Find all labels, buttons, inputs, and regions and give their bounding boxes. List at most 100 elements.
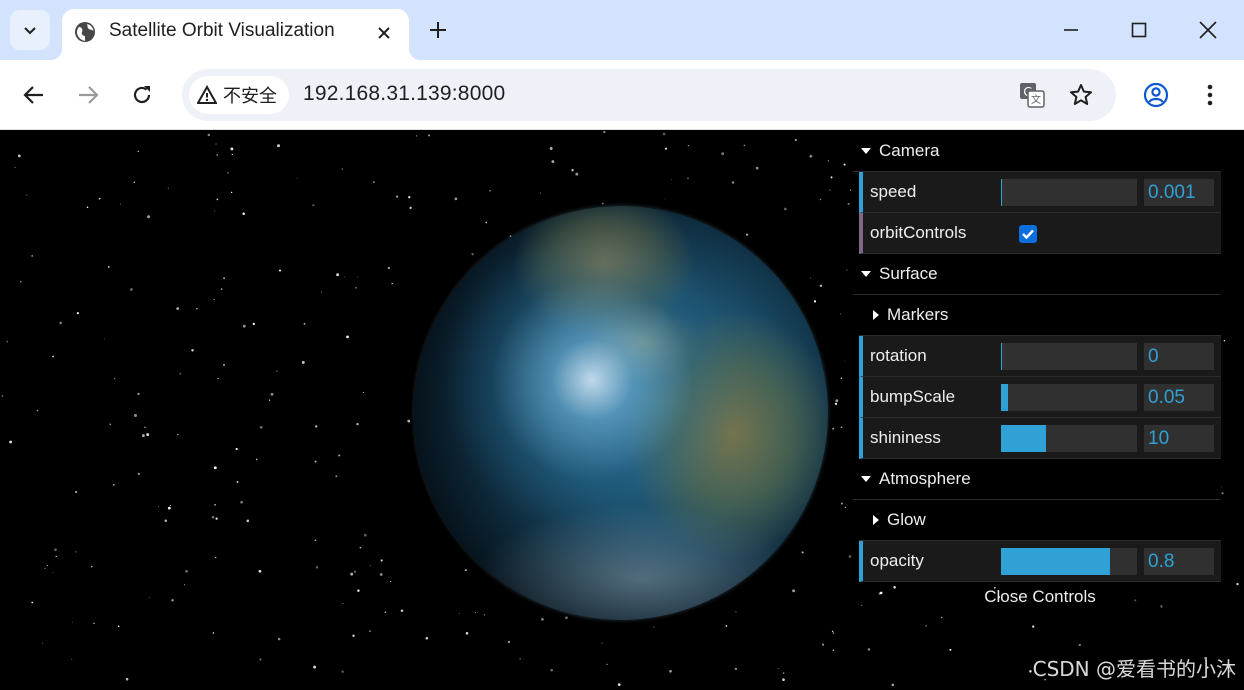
- star: [606, 663, 608, 666]
- star: [835, 399, 839, 403]
- star: [834, 402, 838, 406]
- star: [571, 169, 574, 172]
- star: [352, 634, 355, 637]
- star: [214, 210, 216, 212]
- tab-close-button[interactable]: [372, 21, 396, 45]
- star: [794, 138, 797, 142]
- star: [227, 172, 229, 174]
- reload-button[interactable]: [125, 78, 159, 112]
- star: [26, 194, 28, 196]
- opacity-input[interactable]: 0.8: [1144, 548, 1214, 575]
- star: [575, 172, 579, 176]
- star: [220, 288, 223, 290]
- star: [312, 204, 315, 207]
- star: [341, 168, 343, 170]
- star: [314, 460, 317, 463]
- star: [847, 202, 850, 205]
- star: [1032, 625, 1035, 628]
- star: [721, 152, 725, 156]
- star: [519, 657, 522, 660]
- star: [137, 472, 140, 476]
- star: [379, 573, 383, 576]
- forward-button[interactable]: [71, 78, 105, 112]
- star: [1223, 340, 1226, 342]
- star: [72, 622, 74, 623]
- slider-fill: [1001, 548, 1110, 575]
- opacity-slider[interactable]: [1001, 548, 1137, 575]
- star: [363, 533, 367, 537]
- folder-atmosphere[interactable]: Atmosphere: [853, 459, 1221, 500]
- maximize-button[interactable]: [1123, 14, 1155, 46]
- tab-search-button[interactable]: [10, 10, 50, 50]
- star: [831, 630, 834, 633]
- star: [746, 233, 749, 236]
- star: [268, 399, 271, 401]
- close-controls-button[interactable]: Close Controls: [859, 582, 1221, 612]
- star: [167, 506, 171, 510]
- shininess-slider[interactable]: [1001, 425, 1137, 452]
- star: [147, 215, 151, 219]
- new-tab-button[interactable]: [424, 16, 452, 44]
- star: [242, 324, 246, 328]
- control-label: speed: [870, 182, 917, 201]
- star: [662, 132, 666, 136]
- translate-button[interactable]: G文: [1018, 81, 1046, 109]
- star: [357, 589, 360, 592]
- star: [380, 559, 383, 562]
- shininess-input[interactable]: 10: [1144, 425, 1214, 452]
- folder-glow[interactable]: Glow: [859, 500, 1221, 541]
- star: [277, 637, 281, 641]
- bookmark-star-button[interactable]: [1067, 81, 1095, 109]
- star: [167, 187, 170, 189]
- url-text[interactable]: 192.168.31.139:8000: [303, 82, 505, 106]
- star: [296, 177, 298, 179]
- bumpscale-input[interactable]: 0.05: [1144, 384, 1214, 411]
- star: [373, 181, 375, 183]
- star: [14, 167, 16, 169]
- star: [277, 144, 280, 148]
- window-close-button[interactable]: [1192, 14, 1224, 46]
- folder-markers[interactable]: Markers: [859, 295, 1221, 336]
- slider-fill: [1001, 179, 1003, 206]
- translate-icon: G文: [1020, 83, 1045, 108]
- star: [179, 372, 182, 375]
- star: [142, 434, 145, 437]
- star: [940, 616, 943, 619]
- security-chip[interactable]: 不安全: [189, 76, 289, 114]
- star: [355, 286, 357, 289]
- star: [242, 212, 245, 215]
- star: [849, 189, 852, 191]
- menu-button[interactable]: [1193, 78, 1227, 112]
- rotation-input[interactable]: 0: [1144, 343, 1214, 370]
- star: [664, 147, 668, 150]
- star: [230, 147, 234, 151]
- folder-atmosphere-title: Atmosphere: [879, 469, 971, 488]
- folder-markers-title: Markers: [887, 305, 949, 324]
- star: [755, 166, 759, 170]
- profile-button[interactable]: [1139, 78, 1173, 112]
- folder-camera[interactable]: Camera: [853, 131, 1221, 172]
- bumpscale-slider[interactable]: [1001, 384, 1137, 411]
- folder-surface[interactable]: Surface: [853, 254, 1221, 295]
- star: [848, 555, 852, 558]
- address-bar[interactable]: 不安全 192.168.31.139:8000 G文: [182, 69, 1116, 121]
- star: [809, 154, 813, 158]
- active-tab[interactable]: Satellite Orbit Visualization: [50, 9, 421, 60]
- speed-slider[interactable]: [1001, 179, 1137, 206]
- star: [601, 642, 603, 644]
- triangle-right-icon: [873, 310, 879, 320]
- star: [832, 649, 835, 652]
- control-label: rotation: [870, 346, 927, 365]
- back-button[interactable]: [17, 78, 51, 112]
- speed-input[interactable]: 0.001: [1144, 179, 1214, 206]
- star: [335, 475, 338, 478]
- rotation-slider[interactable]: [1001, 343, 1137, 370]
- star: [489, 189, 491, 192]
- minimize-button[interactable]: [1055, 14, 1087, 46]
- star: [212, 632, 215, 634]
- orbitcontrols-checkbox[interactable]: [1019, 225, 1037, 243]
- star: [134, 414, 137, 417]
- star: [1236, 582, 1239, 586]
- star: [223, 277, 226, 280]
- star: [314, 539, 317, 542]
